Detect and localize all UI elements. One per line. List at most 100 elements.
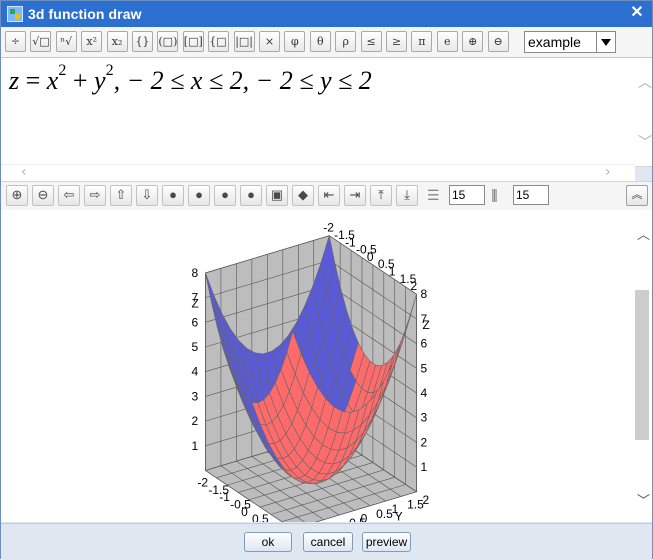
x-tick-label: -1 (345, 235, 356, 249)
surface-plot[interactable]: 1234567812345678-2-1.5-1-0.500.511.52-2-… (1, 210, 633, 522)
z-tick-label: 1 (421, 460, 428, 474)
example-select-value: example (528, 34, 581, 50)
y-tick-label: 1.5 (407, 497, 424, 511)
formula-eq: = (19, 66, 47, 95)
bracket-button[interactable]: [□] (182, 31, 204, 52)
z-tick-label: 2 (191, 414, 198, 428)
curly-bracket-button[interactable]: {□} (208, 31, 230, 52)
plot-area[interactable]: 1234567812345678-2-1.5-1-0.500.511.52-2-… (1, 210, 652, 522)
move-right-button[interactable]: ⇥ (344, 185, 366, 206)
formula-editor[interactable]: z = x2 + y2, − 2 ≤ x ≤ 2, − 2 ≤ y ≤ 2 ︿ … (1, 58, 652, 167)
z-tick-label: 8 (191, 266, 198, 280)
scroll-down-icon[interactable]: ﹀ (638, 132, 652, 152)
z-tick-label: 2 (421, 435, 428, 449)
small-cube-button[interactable]: ◆ (292, 185, 314, 206)
preview-button[interactable]: preview (362, 532, 411, 552)
chevron-down-icon[interactable] (596, 32, 615, 52)
y-tick-label: 0 (361, 511, 368, 522)
superscript-button[interactable]: x² (81, 31, 103, 52)
sphere-3-button[interactable]: ● (214, 185, 236, 206)
z-tick-label: 5 (191, 340, 198, 354)
geq-button[interactable]: ≥ (386, 31, 407, 52)
window-title: 3d function draw (28, 6, 142, 22)
close-icon[interactable]: ✕ (628, 4, 646, 22)
example-select[interactable]: example (524, 31, 616, 53)
z-tick-label: 3 (421, 411, 428, 425)
x-tick-label: -2 (323, 221, 334, 235)
y-tick-label: 2 (423, 493, 430, 507)
formula-x: x (46, 66, 59, 95)
phi-button[interactable]: φ (284, 31, 306, 52)
formula-exp1: 2 (58, 62, 67, 80)
horizontal-grid-icon: ☰ (427, 187, 440, 203)
z-axis-label: Z (191, 296, 198, 310)
z-axis-label: Z (423, 318, 430, 332)
paren-button[interactable]: (□) (157, 31, 179, 52)
x-tick-label: -1 (219, 490, 230, 504)
move-bottom-button[interactable]: ⤓ (396, 185, 418, 206)
formula-text: z = x2 + y2, − 2 ≤ x ≤ 2, − 2 ≤ y ≤ 2 (9, 62, 372, 96)
x-tick-label: -2 (197, 476, 208, 490)
sphere-4-button[interactable]: ● (240, 185, 262, 206)
scroll-thumb[interactable] (635, 290, 649, 440)
title-bar[interactable]: 3d function draw ✕ (1, 1, 652, 27)
formula-toolbar: ÷√□ⁿ√x²x₂{}(□)[□]{□}|□|×φθρ≤≥πe⊕⊖ exampl… (1, 27, 652, 58)
scroll-up-icon[interactable]: ︿ (638, 72, 652, 92)
brace-button[interactable]: {} (132, 31, 153, 52)
subscript-button[interactable]: x₂ (106, 31, 128, 52)
y-tick-label: -1 (330, 521, 341, 522)
formula-exp2: 2 (105, 62, 114, 80)
sqrt-button[interactable]: √□ (30, 31, 52, 52)
zoom-out-button[interactable]: ⊖ (32, 185, 54, 206)
x-tick-label: 0 (367, 250, 374, 264)
collapse-button[interactable]: ︽ (626, 185, 648, 206)
zoom-in-button[interactable]: ⊕ (6, 185, 28, 206)
pi-button[interactable]: π (411, 31, 433, 52)
y-tick-label: 0.5 (376, 507, 393, 521)
rho-button[interactable]: ρ (335, 31, 357, 52)
sphere-1-button[interactable]: ● (162, 185, 184, 206)
zoom-in-button[interactable]: ⊕ (462, 31, 484, 52)
theta-button[interactable]: θ (309, 31, 331, 52)
formula-domain: , − 2 ≤ x ≤ 2, − 2 ≤ y ≤ 2 (113, 66, 372, 95)
times-button[interactable]: × (259, 31, 280, 52)
editor-vertical-scrollbar[interactable]: ︿ ﹀ (635, 58, 652, 166)
z-tick-label: 3 (191, 389, 198, 403)
cancel-button[interactable]: cancel (303, 532, 353, 552)
grid-y-input[interactable]: 15 (513, 185, 549, 205)
dialog-window: 3d function draw ✕ ÷√□ⁿ√x²x₂{}(□)[□]{□}|… (0, 0, 653, 560)
z-tick-label: 4 (191, 365, 198, 379)
view-toolbar: ⊕ ⊖ ⇦ ⇨ ⇧ ⇩ ● ● ● ● ▣ ◆ ⇤ ⇥ ⤒ ⤓ ☰ 15 ||| 15 ︽ (1, 181, 652, 211)
formula-y: y (94, 66, 106, 95)
x-tick-label: 1 (389, 265, 396, 279)
z-tick-label: 8 (421, 287, 428, 301)
scroll-right-icon[interactable]: › (605, 164, 611, 180)
arrow-up-button[interactable]: ⇧ (110, 185, 132, 206)
y-axis-label: Y (395, 509, 403, 522)
arrow-left-button[interactable]: ⇦ (58, 185, 80, 206)
e-button[interactable]: e (436, 31, 458, 52)
scroll-down-icon[interactable]: ﹀ (637, 490, 650, 509)
zoom-out-button[interactable]: ⊖ (487, 31, 509, 52)
fraction-button[interactable]: ÷ (5, 31, 26, 52)
ok-button[interactable]: ok (244, 532, 292, 552)
scroll-up-icon[interactable]: ︿ (637, 224, 650, 243)
arrow-right-button[interactable]: ⇨ (84, 185, 106, 206)
cube-button[interactable]: ▣ (266, 185, 288, 206)
editor-horizontal-scrollbar[interactable]: ‹ › (1, 164, 635, 181)
nth-root-button[interactable]: ⁿ√ (55, 31, 77, 52)
scroll-left-icon[interactable]: ‹ (21, 164, 27, 180)
z-tick-label: 5 (421, 361, 428, 375)
move-top-button[interactable]: ⤒ (370, 185, 392, 206)
abs-button[interactable]: |□| (233, 31, 255, 52)
sphere-2-button[interactable]: ● (188, 185, 210, 206)
z-tick-label: 4 (421, 386, 428, 400)
dialog-footer: ok cancel preview (1, 523, 652, 560)
arrow-down-button[interactable]: ⇩ (136, 185, 158, 206)
formula-plus: + (66, 66, 95, 95)
plot-vertical-scrollbar[interactable]: ︿ ﹀ (633, 210, 652, 522)
x-tick-label: 0 (241, 505, 248, 519)
move-left-button[interactable]: ⇤ (318, 185, 340, 206)
grid-x-input[interactable]: 15 (449, 185, 485, 205)
leq-button[interactable]: ≤ (360, 31, 382, 52)
